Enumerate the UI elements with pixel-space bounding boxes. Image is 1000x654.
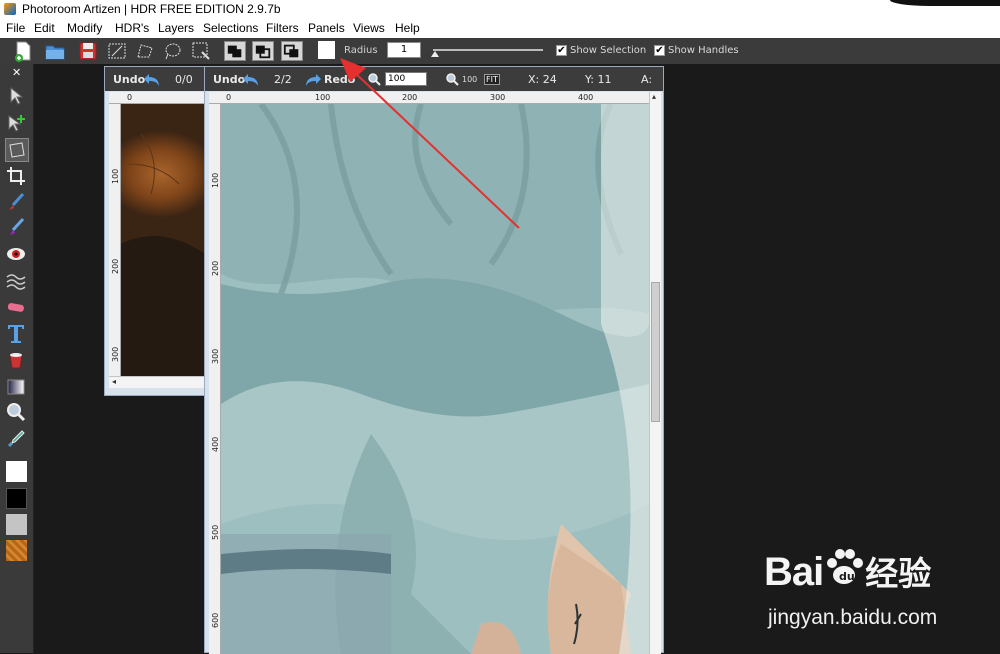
watermark-brand: Bai xyxy=(764,550,824,594)
watermark-url: jingyan.baidu.com xyxy=(768,606,938,629)
svg-text:du: du xyxy=(839,570,855,583)
baidu-watermark: Bai du 经验 xyxy=(764,545,931,595)
paw-logo-icon: du xyxy=(827,549,864,584)
watermark-brand-cn: 经验 xyxy=(865,554,932,593)
